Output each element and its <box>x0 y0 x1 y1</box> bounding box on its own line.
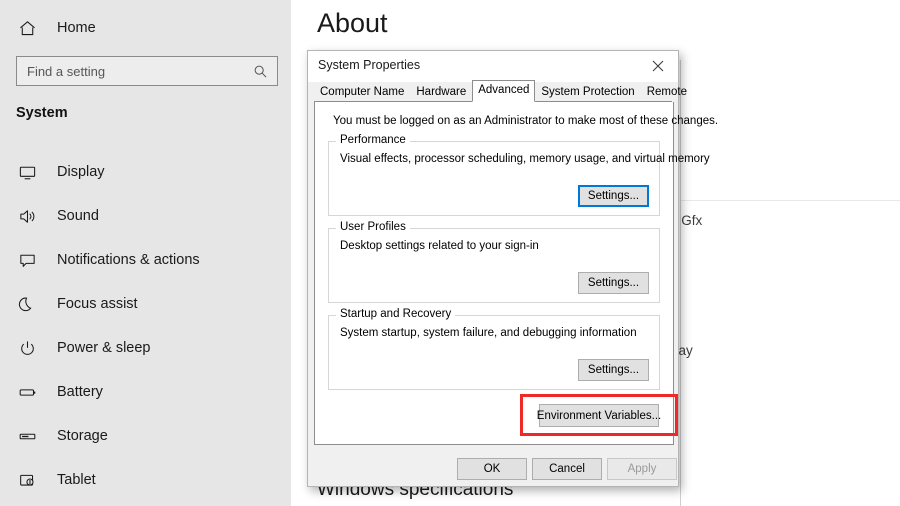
sidebar-item-label: Focus assist <box>57 296 138 312</box>
power-icon <box>16 337 38 359</box>
ok-button[interactable]: OK <box>457 458 527 480</box>
dialog-title: System Properties <box>318 58 421 72</box>
sidebar-nav: Display Sound Notifications & actions Fo… <box>0 150 291 502</box>
tab-hardware[interactable]: Hardware <box>410 82 472 102</box>
tab-remote[interactable]: Remote <box>641 82 693 102</box>
search-input[interactable]: Find a setting <box>16 56 278 86</box>
sidebar-item-label: Tablet <box>57 472 96 488</box>
sidebar-item-tablet[interactable]: Tablet <box>0 458 291 502</box>
sidebar-item-notifications[interactable]: Notifications & actions <box>0 238 291 282</box>
startup-recovery-description: System startup, system failure, and debu… <box>340 327 637 339</box>
startup-recovery-group-legend: Startup and Recovery <box>336 308 456 320</box>
tab-computer-name[interactable]: Computer Name <box>314 82 410 102</box>
sidebar-item-label: Battery <box>57 384 103 400</box>
search-placeholder: Find a setting <box>27 63 106 79</box>
sidebar-item-focus-assist[interactable]: Focus assist <box>0 282 291 326</box>
sidebar-item-storage[interactable]: Storage <box>0 414 291 458</box>
battery-icon <box>16 381 38 403</box>
moon-icon <box>16 293 38 315</box>
user-profiles-description: Desktop settings related to your sign-in <box>340 240 539 252</box>
sidebar-item-battery[interactable]: Battery <box>0 370 291 414</box>
dialog-tabstrip: Computer Name Hardware Advanced System P… <box>314 80 687 102</box>
performance-description: Visual effects, processor scheduling, me… <box>340 153 710 165</box>
sidebar-item-label: Sound <box>57 208 99 224</box>
sidebar-item-label: Power & sleep <box>57 340 151 356</box>
sidebar-item-label: Storage <box>57 428 108 444</box>
tab-advanced[interactable]: Advanced <box>472 80 536 102</box>
background-divider-2 <box>681 200 900 201</box>
comment-icon <box>16 249 38 271</box>
monitor-icon <box>16 161 38 183</box>
startup-recovery-group: Startup and Recovery System startup, sys… <box>328 308 660 390</box>
search-icon <box>253 64 277 79</box>
sidebar-item-power-sleep[interactable]: Power & sleep <box>0 326 291 370</box>
performance-group-legend: Performance <box>336 134 410 146</box>
page-title: About <box>317 8 388 38</box>
sidebar-section-header: System <box>16 105 68 121</box>
startup-recovery-settings-button[interactable]: Settings... <box>578 359 649 381</box>
performance-settings-button[interactable]: Settings... <box>578 185 649 207</box>
tablet-icon <box>16 469 38 491</box>
performance-group: Performance Visual effects, processor sc… <box>328 134 710 216</box>
tab-system-protection[interactable]: System Protection <box>535 82 640 102</box>
dialog-titlebar[interactable]: System Properties <box>308 51 678 82</box>
highlight-annotation <box>520 394 678 436</box>
apply-button: Apply <box>607 458 677 480</box>
sidebar-item-label: Notifications & actions <box>57 252 200 268</box>
sidebar-item-sound[interactable]: Sound <box>0 194 291 238</box>
user-profiles-settings-button[interactable]: Settings... <box>578 272 649 294</box>
drive-icon <box>16 425 38 447</box>
user-profiles-group-legend: User Profiles <box>336 221 410 233</box>
administrator-note: You must be logged on as an Administrato… <box>333 115 719 127</box>
close-icon[interactable] <box>638 51 678 80</box>
cancel-button[interactable]: Cancel <box>532 458 602 480</box>
screen: About e Gfx play Windows specifications … <box>0 0 900 506</box>
settings-sidebar: Home Find a setting System Display Sound… <box>0 0 291 506</box>
sidebar-item-home[interactable]: Home <box>16 14 96 42</box>
sidebar-item-label: Display <box>57 164 105 180</box>
sidebar-item-display[interactable]: Display <box>0 150 291 194</box>
home-icon <box>16 17 38 39</box>
speaker-icon <box>16 205 38 227</box>
user-profiles-group: User Profiles Desktop settings related t… <box>328 221 660 303</box>
sidebar-home-label: Home <box>57 20 96 36</box>
